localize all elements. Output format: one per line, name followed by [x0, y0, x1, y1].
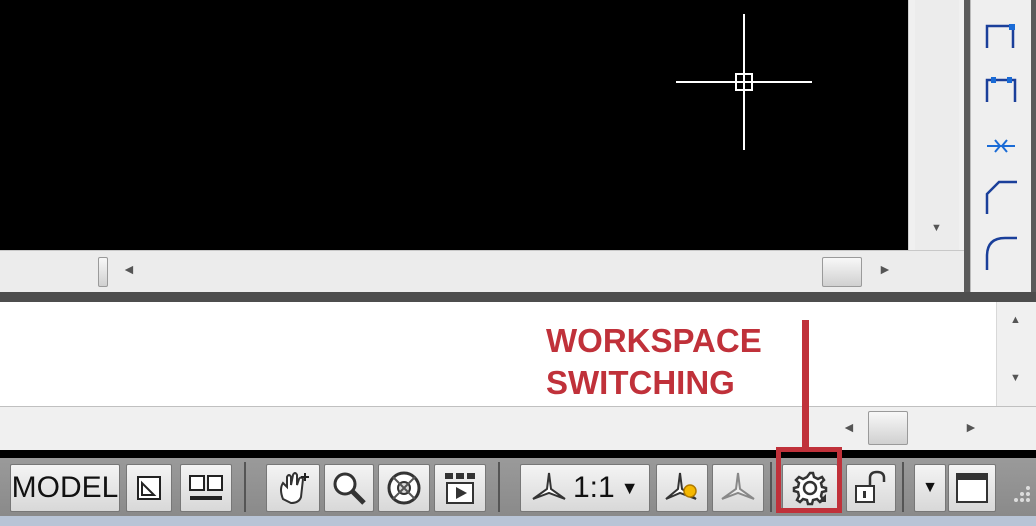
- taskbar-edge: [0, 516, 1036, 526]
- canvas-horizontal-scrollbar[interactable]: ◄ ►: [0, 250, 964, 293]
- compress-icon[interactable]: [983, 128, 1019, 164]
- scroll-right-arrow-icon[interactable]: ►: [964, 419, 978, 435]
- model-button[interactable]: MODEL: [10, 464, 120, 512]
- annotation-line-1: WORKSPACE: [546, 322, 762, 359]
- modify-toolbar: [964, 0, 1036, 302]
- annotation-scale-value: 1:1: [573, 471, 615, 504]
- zoom-icon[interactable]: [324, 464, 374, 512]
- panel-separator[interactable]: [0, 292, 1036, 302]
- status-menu-arrow: ▼: [922, 479, 938, 496]
- annotation-highlight-box: [776, 447, 842, 513]
- pan-icon[interactable]: [266, 464, 320, 512]
- scroll-up-arrow-icon[interactable]: ▲: [1010, 314, 1021, 326]
- workspace-switching-annotation: WORKSPACE SWITCHING: [546, 320, 762, 404]
- chevron-down-icon: ▼: [620, 477, 639, 498]
- scroll-right-arrow-icon[interactable]: ►: [878, 261, 892, 277]
- command-scroll-thumb[interactable]: [868, 411, 908, 445]
- layout-model-icon[interactable]: [126, 464, 172, 512]
- command-window[interactable]: ▲ ▼: [0, 302, 1036, 406]
- status-menu-icon[interactable]: ▼: [914, 464, 946, 512]
- scroll-left-thumb[interactable]: [98, 257, 108, 287]
- scroll-down-arrow-icon[interactable]: ▼: [1010, 372, 1021, 384]
- annotation-line-2: SWITCHING: [546, 364, 735, 401]
- status-bar: MODEL 1:1 ▼ ▼: [0, 458, 1036, 516]
- toolbar-lock-icon[interactable]: [846, 464, 896, 512]
- connect-icon[interactable]: [983, 72, 1019, 108]
- chamfer-icon[interactable]: [983, 180, 1019, 216]
- annotation-scale-icon: [532, 472, 566, 500]
- command-horizontal-scrollbar[interactable]: ◄ ►: [0, 406, 1036, 451]
- clean-screen-icon[interactable]: [948, 464, 996, 512]
- scroll-left-arrow-icon[interactable]: ◄: [122, 261, 136, 277]
- canvas-vertical-scrollbar[interactable]: ▼: [908, 0, 965, 250]
- scroll-down-arrow-icon[interactable]: ▼: [931, 222, 942, 234]
- drawing-canvas[interactable]: [0, 0, 908, 250]
- crosshair-cursor-icon: [676, 14, 812, 150]
- annotation-scale-button[interactable]: 1:1 ▼: [520, 464, 650, 512]
- command-vertical-scrollbar[interactable]: ▲ ▼: [996, 302, 1036, 406]
- quick-view-layouts-icon[interactable]: [180, 464, 232, 512]
- autoscale-icon[interactable]: [712, 464, 764, 512]
- annotation-arrow: [802, 320, 809, 448]
- scroll-thumb[interactable]: [822, 257, 862, 287]
- model-label: MODEL: [11, 471, 119, 504]
- fillet-icon[interactable]: [983, 236, 1019, 272]
- resize-grip-icon[interactable]: [1006, 476, 1034, 506]
- top-edge-align-icon[interactable]: [983, 18, 1019, 54]
- scroll-left-arrow-icon[interactable]: ◄: [842, 419, 856, 435]
- showmotion-icon[interactable]: [434, 464, 486, 512]
- annotation-visibility-icon[interactable]: [656, 464, 708, 512]
- steering-wheel-icon[interactable]: [378, 464, 430, 512]
